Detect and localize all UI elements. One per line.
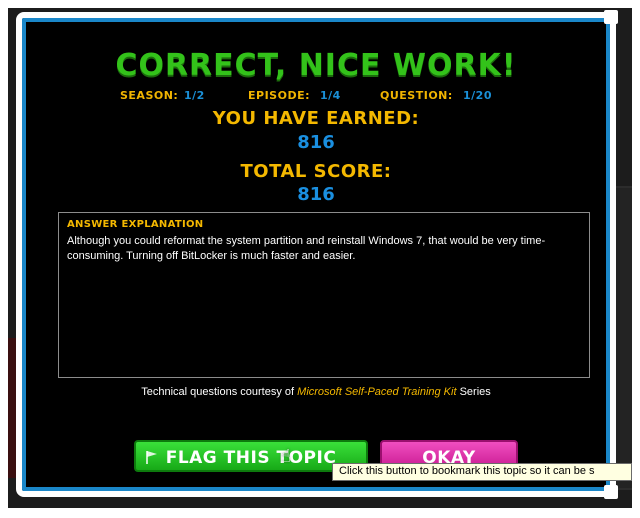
flag-icon <box>146 451 157 464</box>
question-label: QUESTION: <box>380 89 453 102</box>
result-headline: CORRECT, NICE WORK! <box>115 48 517 83</box>
episode-label: EPISODE: <box>248 89 310 102</box>
earned-label: YOU HAVE EARNED: <box>212 108 420 129</box>
season-label: SEASON: <box>120 89 179 102</box>
season-value: 1/2 <box>184 89 205 102</box>
courtesy-source-link[interactable]: Microsoft Self-Paced Training Kit <box>297 386 456 398</box>
earned-value: 816 <box>297 132 335 153</box>
result-dialog: CORRECT, NICE WORK! SEASON: 1/2 EPISODE:… <box>16 10 618 499</box>
courtesy-suffix: Series <box>459 386 491 398</box>
flag-topic-label: FLAG THIS TOPIC <box>165 448 337 468</box>
hand-cursor-icon: ☝ <box>280 446 291 466</box>
result-dialog-body: CORRECT, NICE WORK! SEASON: 1/2 EPISODE:… <box>32 28 600 481</box>
corner-handle-icon <box>604 485 618 499</box>
episode-value: 1/4 <box>320 89 341 102</box>
total-score-label: TOTAL SCORE: <box>240 161 392 182</box>
answer-explanation-text: Although you could reformat the system p… <box>67 235 546 262</box>
courtesy-line: Technical questions courtesy of Microsof… <box>32 386 600 398</box>
total-score-value: 816 <box>297 184 335 205</box>
answer-explanation-box: ANSWER EXPLANATION Although you could re… <box>58 212 590 378</box>
answer-explanation-title: ANSWER EXPLANATION <box>67 219 204 230</box>
flag-button-tooltip: Click this button to bookmark this topic… <box>332 463 632 481</box>
question-value: 1/20 <box>463 89 492 102</box>
corner-handle-icon <box>604 10 618 24</box>
courtesy-prefix: Technical questions courtesy of <box>141 386 295 398</box>
